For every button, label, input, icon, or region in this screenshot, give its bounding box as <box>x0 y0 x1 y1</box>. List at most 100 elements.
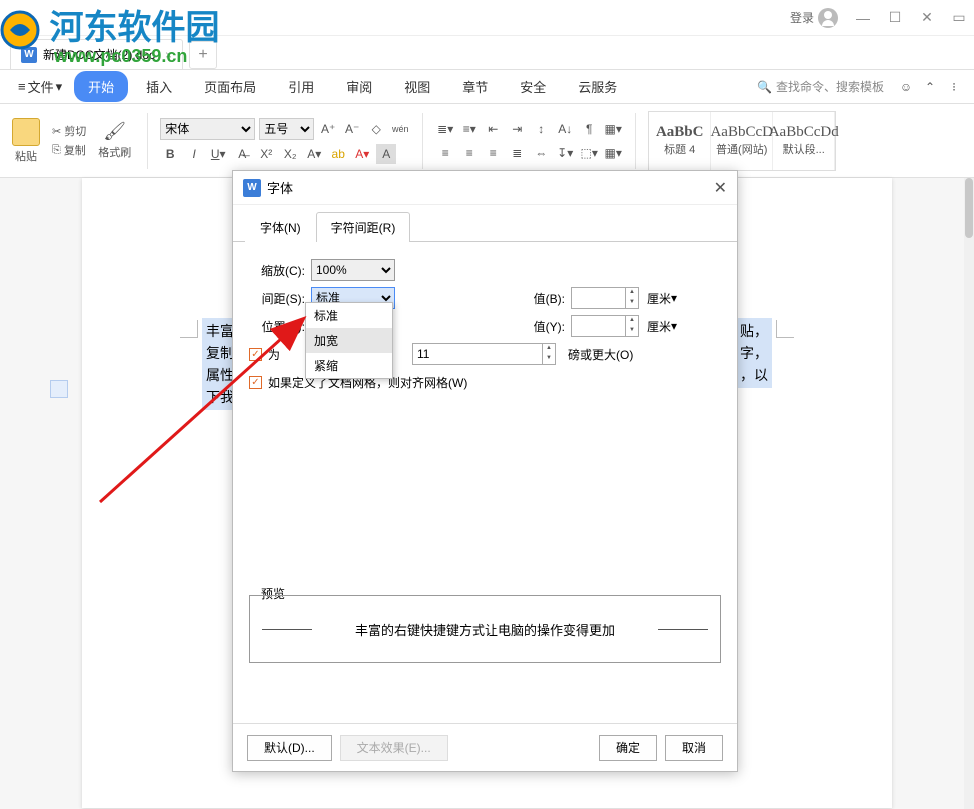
unit-cm[interactable]: 厘米▾ <box>647 290 677 307</box>
ok-button[interactable]: 确定 <box>599 735 657 761</box>
text-direction-icon[interactable]: ↧▾ <box>555 143 575 163</box>
login-button[interactable]: 登录 <box>790 8 838 28</box>
user-avatar-icon <box>818 8 838 28</box>
sort-icon[interactable]: A↓ <box>555 119 575 139</box>
value-y-input[interactable] <box>571 315 625 337</box>
file-menu-label: 文件 <box>28 77 54 96</box>
border-icon[interactable]: ▦▾ <box>603 119 623 139</box>
dropdown-option-condensed[interactable]: 紧缩 <box>306 353 392 378</box>
spacing-dropdown-list[interactable]: 标准 加宽 紧缩 <box>305 302 393 379</box>
indent-right-icon[interactable]: ⇥ <box>507 119 527 139</box>
minimize-icon[interactable]: — <box>856 11 870 25</box>
unit-cm[interactable]: 厘米▾ <box>647 318 677 335</box>
menu-view[interactable]: 视图 <box>390 71 444 102</box>
menu-page-layout[interactable]: 页面布局 <box>190 71 270 102</box>
maximize-icon[interactable]: ☐ <box>888 11 902 25</box>
shrink-font-icon[interactable]: A⁻ <box>342 119 362 139</box>
superscript-icon[interactable]: X² <box>256 144 276 164</box>
align-right-icon[interactable]: ≡ <box>483 143 503 163</box>
format-painter-button[interactable]: 🖌 格式刷 <box>94 121 135 160</box>
numbering-icon[interactable]: ≡▾ <box>459 119 479 139</box>
value-b-input[interactable] <box>571 287 625 309</box>
styles-gallery[interactable]: AaBbC 标题 4 AaBbCcD 普通(网站) AaBbCcDd 默认段..… <box>648 111 836 171</box>
dialog-titlebar[interactable]: W 字体 ✕ <box>233 171 737 205</box>
document-tab[interactable]: W 新建DOC文档(2).doc × <box>10 39 183 69</box>
style-normal-web[interactable]: AaBbCcD 普通(网站) <box>711 112 773 170</box>
tab-font[interactable]: 字体(N) <box>245 212 316 242</box>
zoom-select[interactable]: 100% <box>311 259 395 281</box>
menu-references[interactable]: 引用 <box>274 71 328 102</box>
cut-button[interactable]: ✂剪切 <box>52 123 86 139</box>
document-tabbar: W 新建DOC文档(2).doc × + <box>0 36 974 70</box>
phonetic-icon[interactable]: wén <box>390 119 410 139</box>
indent-left-icon[interactable]: ⇤ <box>483 119 503 139</box>
char-shading-icon[interactable]: A <box>376 144 396 164</box>
spinner-buttons[interactable]: ▲▼ <box>542 343 556 365</box>
dropdown-option-standard[interactable]: 标准 <box>306 303 392 328</box>
ribbon-toolbar: 粘贴 ✂剪切 ⎘复制 🖌 格式刷 宋体 五号 A⁺ A⁻ ◇ wén B I U… <box>0 104 974 178</box>
menu-section[interactable]: 章节 <box>448 71 502 102</box>
close-window-icon[interactable]: ✕ <box>920 11 934 25</box>
new-tab-button[interactable]: + <box>189 41 217 69</box>
bold-icon[interactable]: B <box>160 144 180 164</box>
highlight-icon[interactable]: ab <box>328 144 348 164</box>
align-justify-icon[interactable]: ≣ <box>507 143 527 163</box>
menu-review[interactable]: 审阅 <box>332 71 386 102</box>
menu-security[interactable]: 安全 <box>506 71 560 102</box>
menu-insert[interactable]: 插入 <box>132 71 186 102</box>
bullets-icon[interactable]: ≣▾ <box>435 119 455 139</box>
outline-pane-icon[interactable] <box>50 380 68 398</box>
scroll-thumb[interactable] <box>965 178 973 238</box>
clear-format-icon[interactable]: ◇ <box>366 119 386 139</box>
divider <box>422 113 423 169</box>
line-spacing-icon[interactable]: ↕ <box>531 119 551 139</box>
vertical-scrollbar[interactable] <box>964 178 974 809</box>
distribute-icon[interactable]: ⇔ <box>531 143 551 163</box>
paragraph-group: ≣▾ ≡▾ ⇤ ⇥ ↕ A↓ ¶ ▦▾ ≡ ≡ ≡ ≣ ⇔ ↧▾ ⬚▾ ▦▾ <box>435 119 623 163</box>
underline-icon[interactable]: U▾ <box>208 144 228 164</box>
kern-size-spinner[interactable]: ▲▼ <box>412 343 556 365</box>
menu-home[interactable]: 开始 <box>74 71 128 102</box>
menu-cloud[interactable]: 云服务 <box>564 71 631 102</box>
dropdown-option-expanded[interactable]: 加宽 <box>306 328 392 353</box>
file-menu[interactable]: ≡ 文件 ▾ <box>10 73 70 100</box>
chevron-down-icon: ▾ <box>671 319 677 333</box>
align-center-icon[interactable]: ≡ <box>459 143 479 163</box>
kern-size-input[interactable] <box>412 343 542 365</box>
position-label: 位置(P): <box>249 318 305 335</box>
strike-icon[interactable]: A̶ <box>232 144 252 164</box>
text-effect-icon[interactable]: A▾ <box>304 144 324 164</box>
preview-line <box>658 629 708 630</box>
divider <box>635 113 636 169</box>
show-marks-icon[interactable]: ¶ <box>579 119 599 139</box>
shading-icon[interactable]: ⬚▾ <box>579 143 599 163</box>
style-heading4[interactable]: AaBbC 标题 4 <box>649 112 711 170</box>
borders-icon[interactable]: ▦▾ <box>603 143 623 163</box>
font-size-select[interactable]: 五号 <box>259 118 314 140</box>
style-default[interactable]: AaBbCcDd 默认段... <box>773 112 835 170</box>
value-b-spinner[interactable]: ▲▼ <box>571 287 639 309</box>
panel-icon[interactable]: ▭ <box>952 11 966 25</box>
tab-char-spacing[interactable]: 字符间距(R) <box>316 212 411 242</box>
copy-button[interactable]: ⎘复制 <box>52 142 86 158</box>
chevron-up-icon[interactable]: ⌃ <box>920 77 940 97</box>
command-search[interactable]: 🔍 查找命令、搜索模板 <box>757 78 884 95</box>
spinner-buttons[interactable]: ▲▼ <box>625 315 639 337</box>
align-left-icon[interactable]: ≡ <box>435 143 455 163</box>
kerning-checkbox[interactable]: ✓ 为 <box>249 346 280 363</box>
help-icon[interactable]: ⁝ <box>944 77 964 97</box>
font-name-select[interactable]: 宋体 <box>160 118 255 140</box>
font-color-icon[interactable]: A▾ <box>352 144 372 164</box>
dialog-close-icon[interactable]: ✕ <box>714 178 727 198</box>
preview-section: 预览 丰富的右键快捷键方式让电脑的操作变得更加 <box>249 578 721 663</box>
smiley-icon[interactable]: ☺ <box>896 77 916 97</box>
default-button[interactable]: 默认(D)... <box>247 735 332 761</box>
grow-font-icon[interactable]: A⁺ <box>318 119 338 139</box>
subscript-icon[interactable]: X₂ <box>280 144 300 164</box>
paste-group[interactable]: 粘贴 <box>8 118 44 164</box>
cancel-button[interactable]: 取消 <box>665 735 723 761</box>
italic-icon[interactable]: I <box>184 144 204 164</box>
spinner-buttons[interactable]: ▲▼ <box>625 287 639 309</box>
tab-close-icon[interactable]: × <box>165 48 172 62</box>
value-y-spinner[interactable]: ▲▼ <box>571 315 639 337</box>
